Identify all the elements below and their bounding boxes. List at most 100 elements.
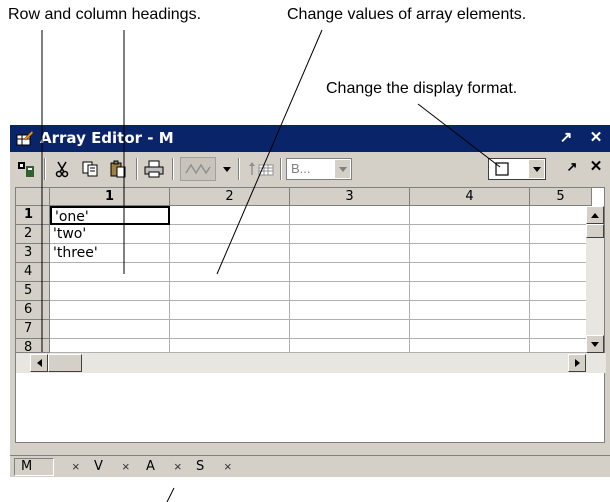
- table-cell[interactable]: [410, 301, 530, 320]
- callout-format: Change the display format.: [326, 80, 518, 97]
- table-cell[interactable]: [170, 320, 290, 339]
- array-grid: 1 2 3 4 5 1 2 3 4 5 6 7 8 'one' 'two' 't…: [15, 187, 606, 443]
- table-cell[interactable]: [170, 282, 290, 301]
- row-header-7[interactable]: 7: [16, 320, 50, 339]
- cut-icon[interactable]: [50, 157, 74, 181]
- row-header-3[interactable]: 3: [16, 244, 50, 263]
- horizontal-scrollbar[interactable]: [16, 353, 606, 373]
- import-data-icon[interactable]: [14, 157, 38, 181]
- table-cell[interactable]: [530, 206, 588, 225]
- column-header-1[interactable]: 1: [50, 188, 170, 206]
- toolbar-separator: [280, 158, 282, 180]
- table-cell[interactable]: [530, 301, 588, 320]
- undock-button[interactable]: ↗: [562, 159, 582, 175]
- tab-v[interactable]: V: [94, 458, 103, 476]
- column-header-4[interactable]: 4: [410, 188, 530, 206]
- table-cell[interactable]: [170, 301, 290, 320]
- table-cell[interactable]: [410, 263, 530, 282]
- table-cell[interactable]: [290, 225, 410, 244]
- table-cell[interactable]: [290, 301, 410, 320]
- cell-3-1[interactable]: 'three': [50, 244, 170, 263]
- plot-icon[interactable]: [180, 157, 216, 181]
- table-cell[interactable]: [410, 206, 530, 225]
- table-cell[interactable]: [290, 206, 410, 225]
- chevron-down-icon[interactable]: [528, 160, 544, 178]
- copy-icon[interactable]: [78, 157, 102, 181]
- close-icon[interactable]: ×: [174, 458, 182, 476]
- tab-label: M: [21, 459, 33, 474]
- paste-icon[interactable]: [106, 157, 130, 181]
- table-cell[interactable]: [290, 282, 410, 301]
- print-icon[interactable]: [142, 157, 166, 181]
- row-header-4[interactable]: 4: [16, 263, 50, 282]
- dropdown-arrow-icon[interactable]: [220, 157, 234, 181]
- close-icon[interactable]: ×: [224, 458, 232, 476]
- toolbar-separator: [136, 158, 138, 180]
- restore-button[interactable]: ↗: [556, 128, 576, 146]
- close-panel-button[interactable]: ✕: [586, 157, 606, 175]
- leader-tab-bottom: [166, 487, 175, 502]
- toolbar: B... ↗ ✕: [10, 152, 610, 186]
- table-cell[interactable]: [410, 339, 530, 353]
- grid-corner[interactable]: [16, 188, 50, 206]
- size-icon[interactable]: [246, 157, 276, 181]
- tab-m[interactable]: M: [14, 458, 54, 476]
- table-cell[interactable]: [530, 225, 588, 244]
- table-cell[interactable]: [530, 339, 588, 353]
- table-cell[interactable]: [530, 263, 588, 282]
- scroll-down-button[interactable]: [586, 335, 604, 353]
- row-header-5[interactable]: 5: [16, 282, 50, 301]
- row-header-6[interactable]: 6: [16, 301, 50, 320]
- scroll-right-button[interactable]: [568, 354, 586, 372]
- table-cell[interactable]: [170, 225, 290, 244]
- row-header-2[interactable]: 2: [16, 225, 50, 244]
- table-cell[interactable]: [170, 339, 290, 353]
- close-icon[interactable]: ×: [72, 458, 80, 476]
- row-header-8[interactable]: 8: [16, 339, 50, 353]
- table-cell[interactable]: [50, 339, 170, 353]
- tab-a[interactable]: A: [146, 458, 155, 476]
- column-header-3[interactable]: 3: [290, 188, 410, 206]
- table-cell[interactable]: [170, 206, 290, 225]
- table-cell[interactable]: [290, 244, 410, 263]
- column-header-2[interactable]: 2: [170, 188, 290, 206]
- table-cell[interactable]: [50, 263, 170, 282]
- table-cell[interactable]: [410, 244, 530, 263]
- horizontal-scroll-thumb[interactable]: [48, 354, 82, 372]
- display-format-dropdown[interactable]: [488, 158, 546, 180]
- cell-1-1[interactable]: 'one': [50, 206, 170, 225]
- table-cell[interactable]: [410, 225, 530, 244]
- variable-tabs: M × V × A × S ×: [10, 455, 610, 477]
- tab-s[interactable]: S: [196, 458, 204, 476]
- table-cell[interactable]: [170, 263, 290, 282]
- table-cell[interactable]: [530, 282, 588, 301]
- callout-headings: Row and column headings.: [8, 6, 202, 23]
- column-header-5[interactable]: 5: [530, 188, 592, 206]
- close-icon[interactable]: ×: [122, 458, 130, 476]
- toolbar-separator: [172, 158, 174, 180]
- chevron-down-icon[interactable]: [334, 160, 350, 178]
- table-cell[interactable]: [410, 320, 530, 339]
- table-cell[interactable]: [530, 244, 588, 263]
- table-cell[interactable]: [290, 263, 410, 282]
- toolbar-separator: [238, 158, 240, 180]
- table-cell[interactable]: [290, 339, 410, 353]
- row-header-1[interactable]: 1: [16, 206, 50, 225]
- table-cell[interactable]: [50, 301, 170, 320]
- table-cell[interactable]: [410, 282, 530, 301]
- chevron-right-icon: [574, 359, 580, 367]
- chevron-up-icon: [591, 212, 599, 218]
- scroll-left-button[interactable]: [30, 354, 48, 372]
- table-cell[interactable]: [50, 320, 170, 339]
- scroll-up-button[interactable]: [586, 206, 604, 224]
- table-cell[interactable]: [290, 320, 410, 339]
- table-cell[interactable]: [170, 244, 290, 263]
- table-cell[interactable]: [50, 282, 170, 301]
- scroll-thumb[interactable]: [586, 224, 604, 238]
- table-cell[interactable]: [530, 320, 588, 339]
- close-window-button[interactable]: ✕: [586, 128, 606, 146]
- vertical-scrollbar[interactable]: [586, 206, 604, 353]
- cell-2-1[interactable]: 'two': [50, 225, 170, 244]
- numeric-format-combo[interactable]: B...: [286, 158, 352, 180]
- array-editor-window: Array Editor - M ↗ ✕ B... ↗ ✕ 1 2 3 4 5 …: [10, 125, 610, 477]
